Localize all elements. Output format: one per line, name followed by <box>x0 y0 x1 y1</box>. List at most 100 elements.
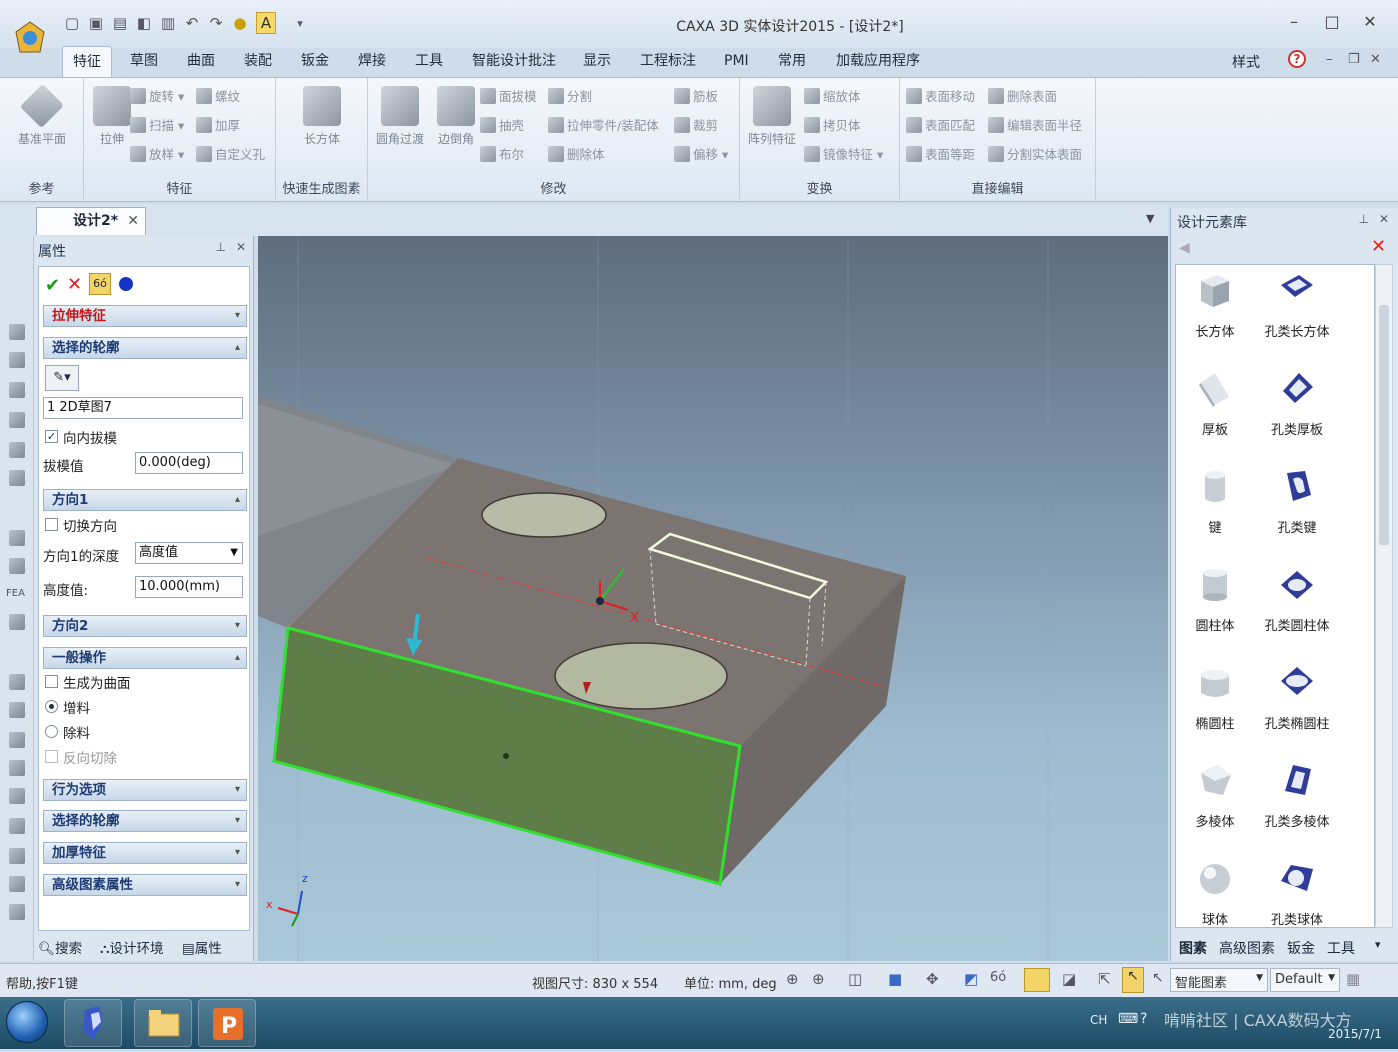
split-solid-face-button[interactable]: 分割实体表面 <box>988 144 1082 166</box>
tab-search[interactable]: 🔍︎搜索 <box>38 937 82 957</box>
zoom-window-icon[interactable]: ⊕ <box>812 970 825 988</box>
tab-sheetmetal[interactable]: 钣金 <box>291 46 339 78</box>
thicken-button[interactable]: 加厚 <box>196 115 240 137</box>
redo-icon[interactable]: ↷ <box>206 12 226 34</box>
taskbar-caxa-app[interactable] <box>64 999 122 1047</box>
mirror-feature-button[interactable]: 镜像特征 ▾ <box>804 144 883 166</box>
keyboard-icon[interactable]: ⌨ <box>1118 1011 1138 1027</box>
taskbar-explorer[interactable] <box>134 999 192 1047</box>
lib-item-elliptic-cylinder[interactable]: 椭圆柱 <box>1170 663 1260 732</box>
shell-button[interactable]: 抽壳 <box>480 115 524 137</box>
maximize-icon[interactable]: □ <box>1318 12 1346 34</box>
view-tool-icon[interactable] <box>9 324 25 340</box>
pointer-select-icon[interactable]: ↖ <box>1122 967 1144 993</box>
thread-button[interactable]: 螺纹 <box>196 86 240 108</box>
tab-smart-annotation[interactable]: 智能设计批注 <box>462 46 566 78</box>
lib-item-cylinder[interactable]: 圆柱体 <box>1170 565 1260 634</box>
tabs-more-icon[interactable]: ▾ <box>1375 938 1381 951</box>
render-mode-icon[interactable] <box>1024 968 1050 992</box>
edit-tool-icon[interactable] <box>9 674 25 690</box>
grid-tool-icon[interactable] <box>9 876 25 892</box>
box-shape-button[interactable]: 长方体 <box>294 86 350 147</box>
switch-direction-checkbox[interactable] <box>45 518 58 531</box>
tab-weld[interactable]: 焊接 <box>348 46 396 78</box>
tab-tools[interactable]: 工具 <box>405 46 453 78</box>
extrude-part-button[interactable]: 拉伸零件/装配体 <box>548 115 659 137</box>
lib-item-thick-plate[interactable]: 厚板 <box>1170 369 1260 438</box>
model-canvas[interactable]: X z x <box>258 236 1168 961</box>
chamfer-button[interactable]: 边倒角 <box>428 86 484 147</box>
qat-dropdown-icon[interactable]: ▾ <box>290 12 310 34</box>
draft-value-input[interactable]: 0.000(deg) <box>135 452 243 474</box>
lib-item-hole-elliptic-cylinder[interactable]: 孔类椭圆柱 <box>1252 663 1342 732</box>
style-menu[interactable]: 样式 <box>1232 52 1260 72</box>
box-view-icon[interactable]: ■ <box>888 970 902 988</box>
face-move-button[interactable]: 表面移动 <box>906 86 975 108</box>
face-offset-button[interactable]: 表面等距 <box>906 144 975 166</box>
lib-item-hole-sphere[interactable]: 孔类球体 <box>1252 859 1342 928</box>
tab-common[interactable]: 常用 <box>768 46 816 78</box>
profile-list-item[interactable]: 1 2D草图7 <box>43 397 243 419</box>
lib-item-prism[interactable]: 多棱体 <box>1170 761 1260 830</box>
pointer-icon[interactable]: ↖ <box>1152 970 1164 986</box>
pattern-feature-button[interactable]: 阵列特征 <box>744 86 800 147</box>
select-filter-icon[interactable]: ⇱ <box>1098 970 1111 988</box>
section-thicken-feature[interactable]: 加厚特征 ▾ <box>43 842 247 864</box>
section-extrude-feature[interactable]: 拉伸特征 ▾ <box>43 305 247 327</box>
edit-tool-icon[interactable] <box>9 760 25 776</box>
lib-item-key[interactable]: 键 <box>1170 467 1260 536</box>
default-select[interactable]: Default ▼ <box>1270 968 1340 992</box>
split-button[interactable]: 分割 <box>548 86 592 108</box>
smart-element-select[interactable]: 智能图素 ▼ <box>1170 968 1268 992</box>
view-tool-icon[interactable] <box>9 352 25 368</box>
boolean-button[interactable]: 布尔 <box>480 144 524 166</box>
lib-item-sphere[interactable]: 球体 <box>1170 859 1260 928</box>
tab-advanced-shapes[interactable]: 高级图素 <box>1219 938 1275 958</box>
library-scrollbar[interactable] <box>1375 264 1393 928</box>
tray-date[interactable]: 2015/7/1 <box>1328 1027 1382 1041</box>
section-selected-profile[interactable]: 选择的轮廓 ▴ <box>43 337 247 359</box>
tab-surface[interactable]: 曲面 <box>177 46 225 78</box>
delete-body-button[interactable]: 删除体 <box>548 144 605 166</box>
view-tool-icon[interactable] <box>9 382 25 398</box>
view-cube-icon[interactable]: ◫ <box>848 970 862 988</box>
analysis-tool-icon[interactable] <box>9 558 25 574</box>
zoom-icon[interactable]: ⊕ <box>786 970 799 988</box>
analysis-tool-icon[interactable] <box>9 614 25 630</box>
open-folder-icon[interactable]: ◧ <box>134 12 154 34</box>
add-material-radio[interactable] <box>45 700 58 713</box>
close-icon[interactable]: ✕ <box>1356 12 1384 34</box>
hole-bottom[interactable] <box>554 642 728 710</box>
panel-close-icon[interactable]: ✕ <box>1379 212 1389 226</box>
confirm-icon[interactable]: ✔ <box>45 275 60 296</box>
mdi-close-icon[interactable]: ✕ <box>1370 52 1381 67</box>
font-icon[interactable]: A <box>256 12 276 34</box>
edit-tool-icon[interactable] <box>9 818 25 834</box>
face-match-button[interactable]: 表面匹配 <box>906 115 975 137</box>
inward-draft-checkbox[interactable]: ✓ <box>45 430 58 443</box>
tab-shapes[interactable]: 图素 <box>1179 938 1207 958</box>
section-selected-profile-2[interactable]: 选择的轮廓 ▾ <box>43 810 247 832</box>
rib-button[interactable]: 筋板 <box>674 86 718 108</box>
section-direction1[interactable]: 方向1 ▴ <box>43 489 247 511</box>
loft-button[interactable]: 放样 ▾ <box>130 144 184 166</box>
tab-tools-lib[interactable]: 工具 <box>1327 938 1355 958</box>
lib-item-hole-prism[interactable]: 孔类多棱体 <box>1252 761 1342 830</box>
section-general-ops[interactable]: 一般操作 ▴ <box>43 647 247 669</box>
taskbar-powerpoint[interactable]: P <box>198 999 256 1047</box>
edit-tool-icon[interactable] <box>9 702 25 718</box>
lib-item-hole-box[interactable]: 孔类长方体 <box>1252 271 1342 340</box>
lib-item-hole-cylinder[interactable]: 孔类圆柱体 <box>1252 565 1342 634</box>
pin-icon[interactable]: ⊥ <box>1359 212 1369 226</box>
undo-icon[interactable]: ↶ <box>182 12 202 34</box>
offset-button[interactable]: 偏移 ▾ <box>674 144 728 166</box>
document-tab-close-icon[interactable]: ✕ <box>127 208 139 234</box>
scrollbar-thumb[interactable] <box>1379 305 1389 545</box>
color-dot-icon[interactable] <box>119 277 133 291</box>
library-close-icon[interactable]: ✕ <box>1371 236 1386 257</box>
datum-plane-button[interactable]: 基准平面 <box>14 83 70 147</box>
tab-feature[interactable]: 特征 <box>62 46 112 78</box>
minimize-icon[interactable]: – <box>1280 12 1308 34</box>
remove-material-radio[interactable] <box>45 725 58 738</box>
fillet-button[interactable]: 圆角过渡 <box>372 86 428 147</box>
